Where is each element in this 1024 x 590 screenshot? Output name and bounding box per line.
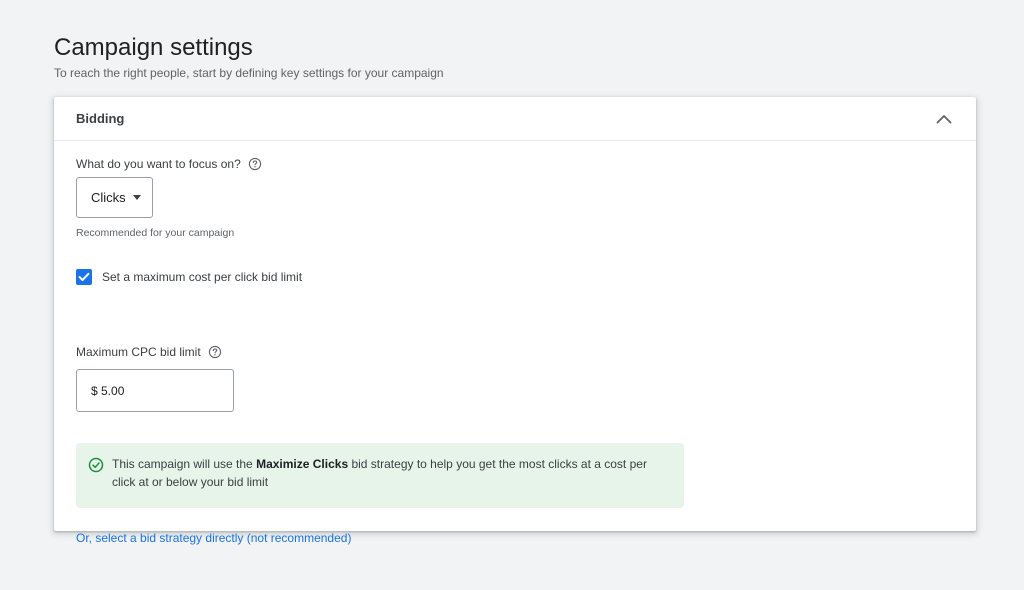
select-bid-strategy-link[interactable]: Or, select a bid strategy directly (not … xyxy=(76,531,351,545)
help-circle-icon[interactable] xyxy=(248,157,262,171)
caret-down-icon xyxy=(132,195,141,200)
info-strategy-name: Maximize Clicks xyxy=(256,457,349,471)
bidding-card: Bidding What do you want to focus on? Cl… xyxy=(54,97,976,545)
check-icon xyxy=(78,272,90,281)
page-title: Campaign settings xyxy=(54,34,253,61)
page-header: Campaign settings To reach the right peo… xyxy=(54,33,444,80)
focus-hint: Recommended for your campaign xyxy=(76,227,235,239)
max-cpc-input-value: $ 5.00 xyxy=(91,383,125,398)
bidding-section-header[interactable]: Bidding xyxy=(54,97,976,141)
max-cpc-checkbox[interactable] xyxy=(76,269,92,285)
max-cpc-checkbox-row[interactable]: Set a maximum cost per click bid limit xyxy=(76,269,302,285)
max-cpc-checkbox-label: Set a maximum cost per click bid limit xyxy=(102,270,303,284)
max-cpc-field-label-row: Maximum CPC bid limit xyxy=(76,345,222,359)
focus-dropdown[interactable]: Clicks xyxy=(76,177,153,218)
max-cpc-field-label: Maximum CPC bid limit xyxy=(76,345,201,359)
info-text-prefix: This campaign will use the xyxy=(112,457,257,471)
page-subtitle: To reach the right people, start by defi… xyxy=(54,66,444,80)
focus-question-row: What do you want to focus on? xyxy=(76,157,262,171)
bid-strategy-info: This campaign will use the Maximize Clic… xyxy=(76,443,684,508)
bidding-section-title: Bidding xyxy=(76,111,125,126)
focus-question-label: What do you want to focus on? xyxy=(76,157,241,171)
check-circle-icon xyxy=(88,457,104,473)
focus-dropdown-value: Clicks xyxy=(91,190,126,205)
help-circle-icon[interactable] xyxy=(208,345,222,359)
chevron-up-icon[interactable] xyxy=(934,109,954,129)
max-cpc-input[interactable]: $ 5.00 xyxy=(76,369,234,412)
